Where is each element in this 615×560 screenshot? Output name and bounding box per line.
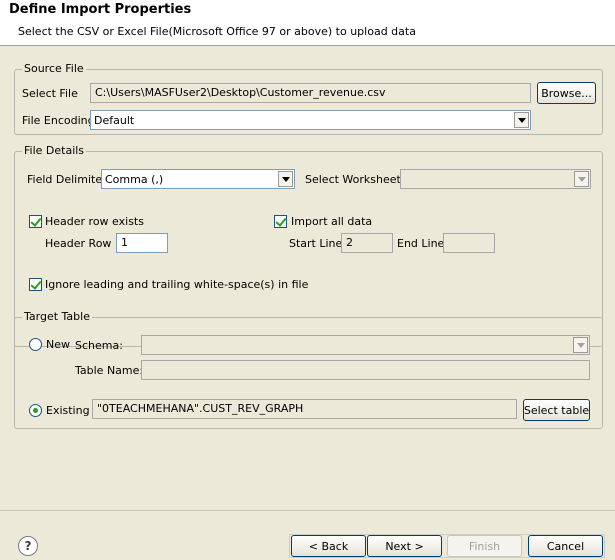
help-icon[interactable]: ? xyxy=(18,536,38,556)
import-all-data-checkbox[interactable] xyxy=(274,215,287,228)
select-worksheet-select[interactable] xyxy=(400,169,591,189)
file-encoding-value: Default xyxy=(94,114,135,127)
file-encoding-label: File Encoding xyxy=(22,114,95,127)
select-file-field[interactable]: C:\Users\MASFUser2\Desktop\Customer_reve… xyxy=(90,83,531,103)
schema-label: Schema: xyxy=(75,339,123,352)
field-delimiter-select[interactable]: Comma (,) xyxy=(101,169,295,189)
cancel-button[interactable]: Cancel xyxy=(528,535,603,557)
chevron-down-icon[interactable] xyxy=(278,171,293,187)
ignore-whitespace-checkbox[interactable] xyxy=(29,278,42,291)
new-table-radio[interactable] xyxy=(29,338,42,351)
source-file-group: Source File Select File C:\Users\MASFUse… xyxy=(14,62,603,135)
start-line-input[interactable]: 2 xyxy=(341,233,393,253)
ignore-whitespace-label: Ignore leading and trailing white-space(… xyxy=(45,278,309,291)
start-line-label: Start Line xyxy=(289,237,343,250)
field-delimiter-label: Field Delimiter xyxy=(27,173,107,186)
file-details-legend: File Details xyxy=(22,144,87,157)
import-all-data-label: Import all data xyxy=(291,215,373,228)
select-table-button[interactable]: Select table xyxy=(523,399,590,421)
chevron-down-icon[interactable] xyxy=(574,171,589,187)
chevron-down-icon[interactable] xyxy=(573,337,588,353)
existing-table-radio[interactable] xyxy=(29,404,42,417)
table-name-input[interactable] xyxy=(141,360,590,380)
page-title: Define Import Properties xyxy=(9,2,192,17)
select-worksheet-label: Select Worksheet: xyxy=(305,173,405,186)
schema-select[interactable] xyxy=(141,335,590,355)
wizard-header: Define Import Properties Select the CSV … xyxy=(0,0,615,46)
file-encoding-select[interactable]: Default xyxy=(90,110,531,130)
wizard-content: Source File Select File C:\Users\MASFUse… xyxy=(0,47,615,510)
end-line-label: End Line xyxy=(397,237,445,250)
finish-button[interactable]: Finish xyxy=(447,535,522,557)
end-line-input[interactable] xyxy=(443,233,495,253)
select-file-label: Select File xyxy=(22,87,78,100)
field-delimiter-value: Comma (,) xyxy=(105,173,164,186)
header-row-exists-label: Header row exists xyxy=(45,215,144,228)
source-file-legend: Source File xyxy=(22,62,86,75)
header-row-exists-checkbox[interactable] xyxy=(29,215,42,228)
next-button[interactable]: Next > xyxy=(367,535,442,557)
back-button[interactable]: < Back xyxy=(291,535,366,557)
page-subtitle: Select the CSV or Excel File(Microsoft O… xyxy=(18,25,416,38)
new-table-label: New xyxy=(46,338,70,351)
target-table-group: Target Table New Schema: Table Name: Exi… xyxy=(14,310,603,429)
browse-button[interactable]: Browse... xyxy=(537,82,596,104)
header-row-input[interactable]: 1 xyxy=(116,233,168,253)
existing-table-label: Existing xyxy=(46,404,90,417)
target-table-legend: Target Table xyxy=(22,310,92,323)
existing-table-field[interactable]: "0TEACHMEHANA".CUST_REV_GRAPH xyxy=(92,399,517,419)
table-name-label: Table Name: xyxy=(75,364,144,377)
header-row-label: Header Row : xyxy=(45,237,119,250)
chevron-down-icon[interactable] xyxy=(514,112,529,128)
